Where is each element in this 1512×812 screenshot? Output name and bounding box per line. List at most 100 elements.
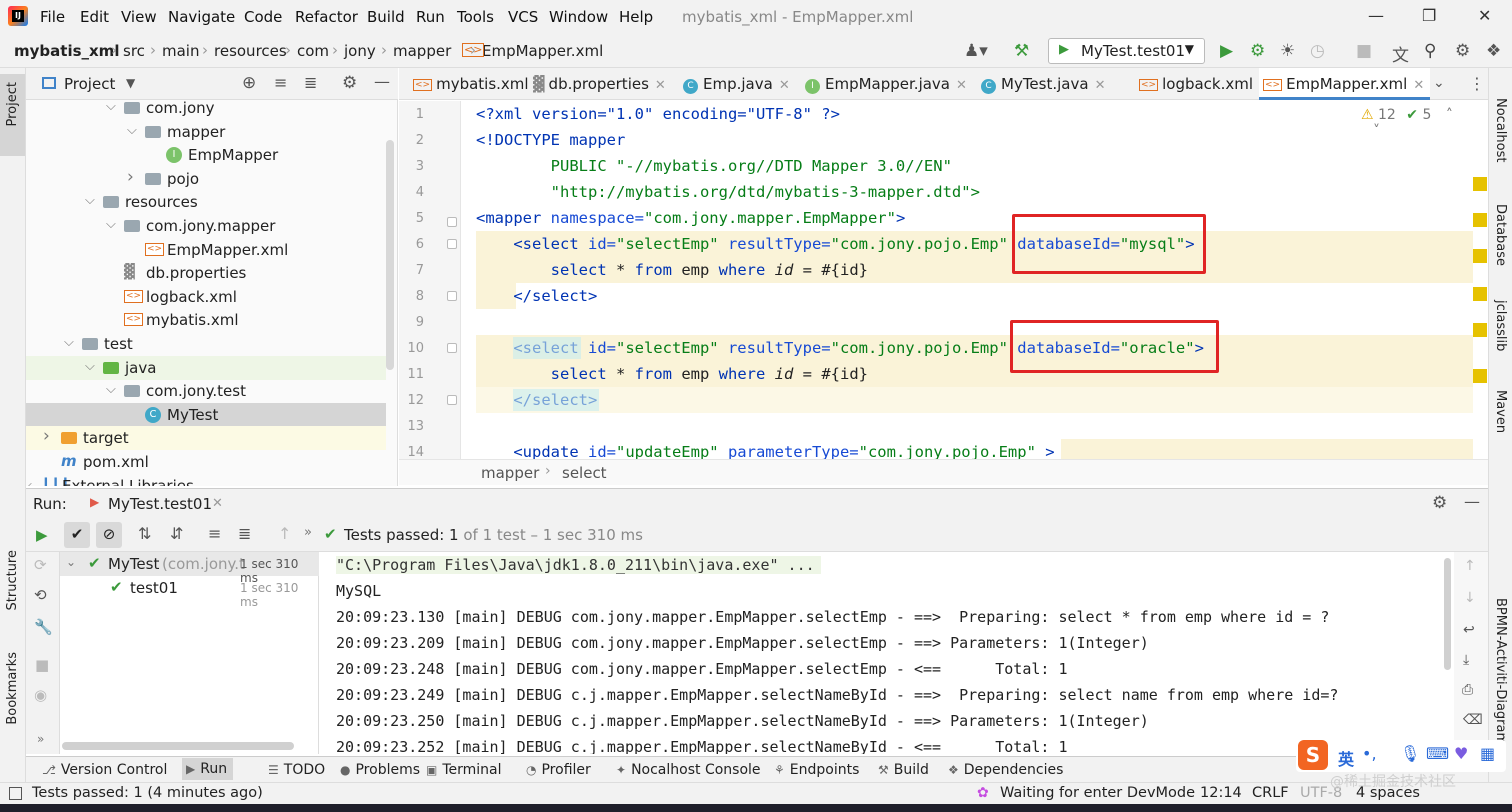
more-icon[interactable]: »: [304, 525, 312, 540]
ime-toolbar[interactable]: S 英 •, 🎙 ⌨ ♥ ▦: [1296, 740, 1506, 772]
debug-icon[interactable]: ⚙: [1250, 41, 1265, 61]
plugin-icon[interactable]: ❖: [1486, 41, 1501, 61]
tree-item-mybatis-xml[interactable]: <> mybatis.xml: [26, 308, 386, 332]
tree-item-mytest[interactable]: C MyTest: [26, 402, 386, 427]
toolwindow-run[interactable]: ▶ Run: [182, 758, 234, 780]
trash-icon[interactable]: ⌫: [1463, 712, 1483, 728]
console-output[interactable]: "C:\Program Files\Java\jdk1.8.0_211\bin\…: [320, 552, 1454, 754]
close-tab-icon[interactable]: ✕: [956, 78, 967, 93]
tab-empmapper-xml[interactable]: <> EmpMapper.xml ✕: [1259, 68, 1431, 100]
devmode-status[interactable]: Waiting for enter DevMode: [1000, 785, 1195, 801]
toolwindow-version-control[interactable]: ⎇ Version Control: [42, 762, 167, 778]
prev-failed-icon[interactable]: ↑: [278, 524, 291, 543]
toolwindow-endpoints[interactable]: ⚘ Endpoints: [774, 762, 859, 778]
more-icon[interactable]: ⋮: [1469, 74, 1485, 93]
menu-run[interactable]: Run: [416, 8, 445, 26]
rerun-icon[interactable]: ▶: [36, 526, 48, 544]
chevron-down-icon[interactable]: ⌵: [26, 477, 32, 486]
tree-item-mapper[interactable]: ⌵ mapper: [26, 120, 386, 144]
menu-file[interactable]: File: [40, 8, 65, 26]
collapse-all-icon[interactable]: ≣: [238, 524, 251, 543]
tree-item-target[interactable]: › target: [26, 426, 386, 451]
code-editor[interactable]: <?xml version="1.0" encoding="UTF-8" ?> …: [461, 101, 1473, 459]
expand-all-icon[interactable]: ≡: [208, 524, 221, 543]
tree-item-com-jony[interactable]: ⌵ com.jony: [26, 100, 386, 120]
sort-duration-icon[interactable]: ⇵: [170, 524, 183, 543]
menu-view[interactable]: View: [121, 8, 157, 26]
rerun-failed-icon[interactable]: ⟳: [34, 556, 47, 574]
tree-item-com-jony-mapper[interactable]: ⌵ com.jony.mapper: [26, 214, 386, 238]
database-tool-button[interactable]: Database: [1493, 204, 1508, 266]
gear-icon[interactable]: ⚙: [1432, 493, 1447, 513]
maven-tool-button[interactable]: Maven: [1493, 390, 1508, 433]
chevron-down-icon[interactable]: ⌵: [85, 359, 95, 374]
status-toggle-icon[interactable]: [9, 787, 22, 800]
fold-icon[interactable]: [447, 291, 457, 301]
nocalhost-tool-button[interactable]: Nocalhost: [1493, 98, 1508, 162]
warning-marker[interactable]: [1473, 177, 1487, 191]
ime-mode[interactable]: 英: [1338, 746, 1354, 770]
show-ignored-toggle[interactable]: ⊘: [96, 522, 122, 548]
bookmarks-tool-button[interactable]: Bookmarks: [5, 652, 20, 725]
breadcrumb-7[interactable]: EmpMapper.xml: [482, 42, 603, 60]
fold-icon[interactable]: [447, 217, 457, 227]
toolwindow-profiler[interactable]: ◔ Profiler: [526, 762, 591, 778]
search-icon[interactable]: ⚲: [1424, 41, 1436, 61]
hide-icon[interactable]: —: [374, 72, 390, 91]
chevron-down-icon[interactable]: ⌵: [127, 123, 137, 138]
breadcrumb-5[interactable]: jony: [344, 42, 376, 60]
test-tree-scrollbar[interactable]: [62, 742, 294, 750]
soft-wrap-icon[interactable]: ↩: [1463, 622, 1475, 638]
warning-marker[interactable]: [1473, 323, 1487, 337]
close-tab-icon[interactable]: ✕: [655, 78, 666, 93]
inspection-widget[interactable]: ⚠ 12 ✔ 5 ˄ ˅: [1361, 107, 1473, 139]
punctuation-icon[interactable]: •,: [1362, 744, 1377, 763]
chevron-down-icon[interactable]: ⌵: [106, 100, 116, 114]
chevron-down-icon[interactable]: ⌄: [66, 555, 76, 569]
close-icon[interactable]: ✕: [1478, 6, 1491, 25]
stop-icon[interactable]: ■: [35, 656, 49, 674]
tabs-dropdown-icon[interactable]: ⌄: [1433, 75, 1445, 91]
run-icon[interactable]: ▶: [1220, 41, 1233, 61]
skin-icon[interactable]: ♥: [1454, 744, 1468, 763]
menu-build[interactable]: Build: [367, 8, 405, 26]
wrench-icon[interactable]: 🔧: [34, 618, 53, 636]
close-tab-icon[interactable]: ✕: [779, 78, 790, 93]
line-separator[interactable]: CRLF: [1252, 785, 1289, 801]
translate-icon[interactable]: 文: [1392, 41, 1409, 66]
minimize-icon[interactable]: —: [1368, 6, 1384, 25]
console-scrollbar[interactable]: [1444, 558, 1451, 670]
structure-tool-button[interactable]: Structure: [5, 550, 20, 610]
warning-marker[interactable]: [1473, 287, 1487, 301]
scroll-up-icon[interactable]: ↑: [1464, 558, 1476, 574]
menu-window[interactable]: Window: [549, 8, 608, 26]
caret-position[interactable]: 12:14: [1200, 785, 1242, 801]
toolwindow-nocalhost-console[interactable]: ✦ Nocalhost Console: [616, 762, 761, 778]
test-row-test01[interactable]: ✔ test01 1 sec 310 ms: [60, 576, 319, 609]
tree-item-pom-xml[interactable]: m pom.xml: [26, 450, 386, 474]
fold-icon[interactable]: [447, 239, 457, 249]
tab-db-properties[interactable]: ▓ db.properties ✕: [529, 68, 672, 100]
profile-icon[interactable]: ◷: [1310, 41, 1325, 61]
menu-edit[interactable]: Edit: [80, 8, 109, 26]
tree-item-external-libraries[interactable]: ⌵❙❙❙External Libraries: [26, 474, 386, 486]
fold-icon[interactable]: [447, 343, 457, 353]
tree-item-pojo[interactable]: › pojo: [26, 167, 386, 191]
tree-item-empmapper-xml[interactable]: <> EmpMapper.xml: [26, 238, 386, 262]
toolbox-icon[interactable]: ▦: [1480, 744, 1495, 763]
user-icon[interactable]: ♟▾: [964, 41, 988, 61]
collapse-all-icon[interactable]: ≣: [304, 73, 317, 92]
close-tab-icon[interactable]: ✕: [212, 496, 223, 511]
locate-icon[interactable]: ⊕: [242, 73, 256, 93]
breadcrumb-0[interactable]: mybatis_xml: [14, 42, 119, 60]
toolwindow-problems[interactable]: ● Problems: [340, 762, 420, 778]
warning-marker[interactable]: [1473, 213, 1487, 227]
run-tab[interactable]: MyTest.test01: [108, 495, 212, 513]
toggle-auto-test-icon[interactable]: ⟲: [34, 586, 47, 604]
chevron-down-icon[interactable]: ▼: [126, 76, 135, 90]
tree-item-empmapper[interactable]: I EmpMapper: [26, 143, 386, 167]
show-passed-toggle[interactable]: ✔: [64, 522, 90, 548]
tab-emp-java[interactable]: C Emp.java ✕: [679, 68, 796, 100]
tree-item-test[interactable]: ⌵ test: [26, 332, 386, 356]
test-row-mytest[interactable]: ⌄ ✔ MyTest (com.jony.t 1 sec 310 ms: [60, 552, 319, 585]
